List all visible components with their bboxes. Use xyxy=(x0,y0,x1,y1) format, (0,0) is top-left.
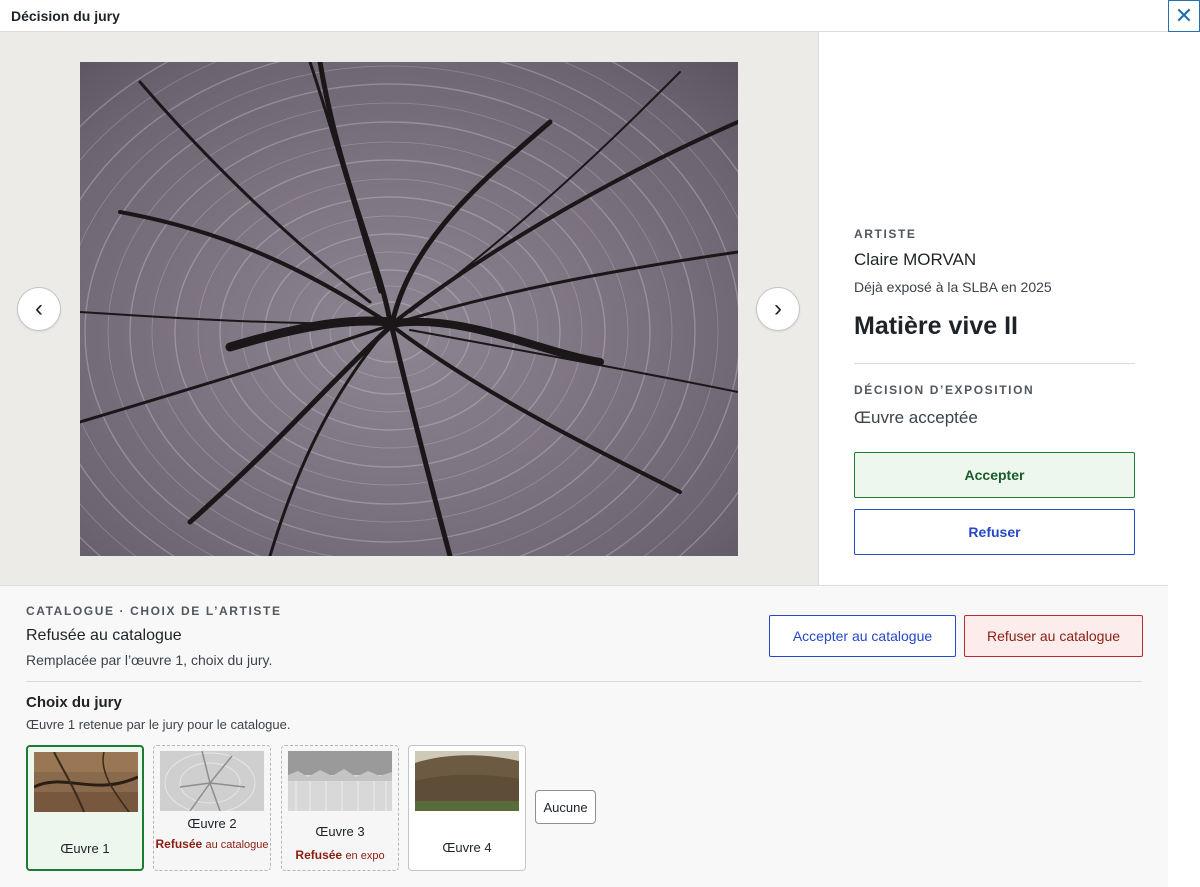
chevron-left-icon: ‹ xyxy=(35,295,43,322)
accept-catalog-button[interactable]: Accepter au catalogue xyxy=(769,615,956,657)
work-2-image xyxy=(160,751,264,811)
catalog-status: Refusée au catalogue xyxy=(26,627,182,644)
close-button[interactable]: ✕ xyxy=(1168,0,1200,32)
work-thumbnail-4[interactable]: Œuvre 4 xyxy=(408,745,526,871)
artwork-viewer: ‹ › xyxy=(0,32,818,585)
chevron-right-icon: › xyxy=(774,295,782,322)
refuse-button[interactable]: Refuser xyxy=(854,509,1135,555)
work-2-status-detail: au catalogue xyxy=(205,839,269,851)
work-thumbnail-1[interactable]: Œuvre 1 xyxy=(26,745,144,871)
catalog-note: Remplacée par l’œuvre 1, choix du jury. xyxy=(26,652,273,668)
work-3-status: Refusée en expo xyxy=(282,848,398,863)
artist-name: Claire MORVAN xyxy=(854,250,977,269)
refuse-catalog-button[interactable]: Refuser au catalogue xyxy=(964,615,1143,657)
modal-title: Décision du jury xyxy=(11,8,120,24)
artwork-image xyxy=(80,62,738,556)
work-thumbnail-3[interactable]: Œuvre 3 Refusée en expo xyxy=(281,745,399,871)
close-icon: ✕ xyxy=(1174,3,1194,28)
catalog-label: CATALOGUE · CHOIX DE L’ARTISTE xyxy=(26,604,282,618)
work-1-image xyxy=(34,752,138,812)
jury-choice-note: Œuvre 1 retenue par le jury pour le cata… xyxy=(26,717,291,732)
work-3-status-detail: en expo xyxy=(345,850,385,862)
none-button[interactable]: Aucune xyxy=(535,790,596,824)
work-2-status: Refusée au catalogue xyxy=(154,837,270,852)
work-3-status-text: Refusée xyxy=(295,848,343,862)
next-image-button[interactable]: › xyxy=(756,287,800,331)
work-thumbnail-2[interactable]: Œuvre 2 Refusée au catalogue xyxy=(153,745,271,871)
artist-label: ARTISTE xyxy=(854,227,917,241)
jury-choice-title: Choix du jury xyxy=(26,694,122,711)
accept-button[interactable]: Accepter xyxy=(854,452,1135,498)
divider xyxy=(26,681,1142,682)
work-4-label: Œuvre 4 xyxy=(442,840,492,855)
work-2-status-text: Refusée xyxy=(155,837,203,851)
modal-header: Décision du jury ✕ xyxy=(0,0,1200,32)
work-1-label: Œuvre 1 xyxy=(60,841,110,856)
decision-panel: ARTISTE Claire MORVAN Déjà exposé à la S… xyxy=(818,32,1200,585)
exhibition-decision-label: DÉCISION D’EXPOSITION xyxy=(854,383,1035,397)
work-4-image xyxy=(415,751,519,811)
work-title: Matière vive II xyxy=(854,312,1018,340)
artist-history-note: Déjà exposé à la SLBA en 2025 xyxy=(854,279,1052,295)
exhibition-decision-status: Œuvre acceptée xyxy=(854,408,978,427)
catalog-section: CATALOGUE · CHOIX DE L’ARTISTE Refusée a… xyxy=(0,585,1168,887)
work-2-label: Œuvre 2 xyxy=(187,816,237,831)
work-3-image xyxy=(288,751,392,811)
previous-image-button[interactable]: ‹ xyxy=(17,287,61,331)
work-3-label: Œuvre 3 xyxy=(315,824,365,839)
divider xyxy=(854,363,1135,364)
